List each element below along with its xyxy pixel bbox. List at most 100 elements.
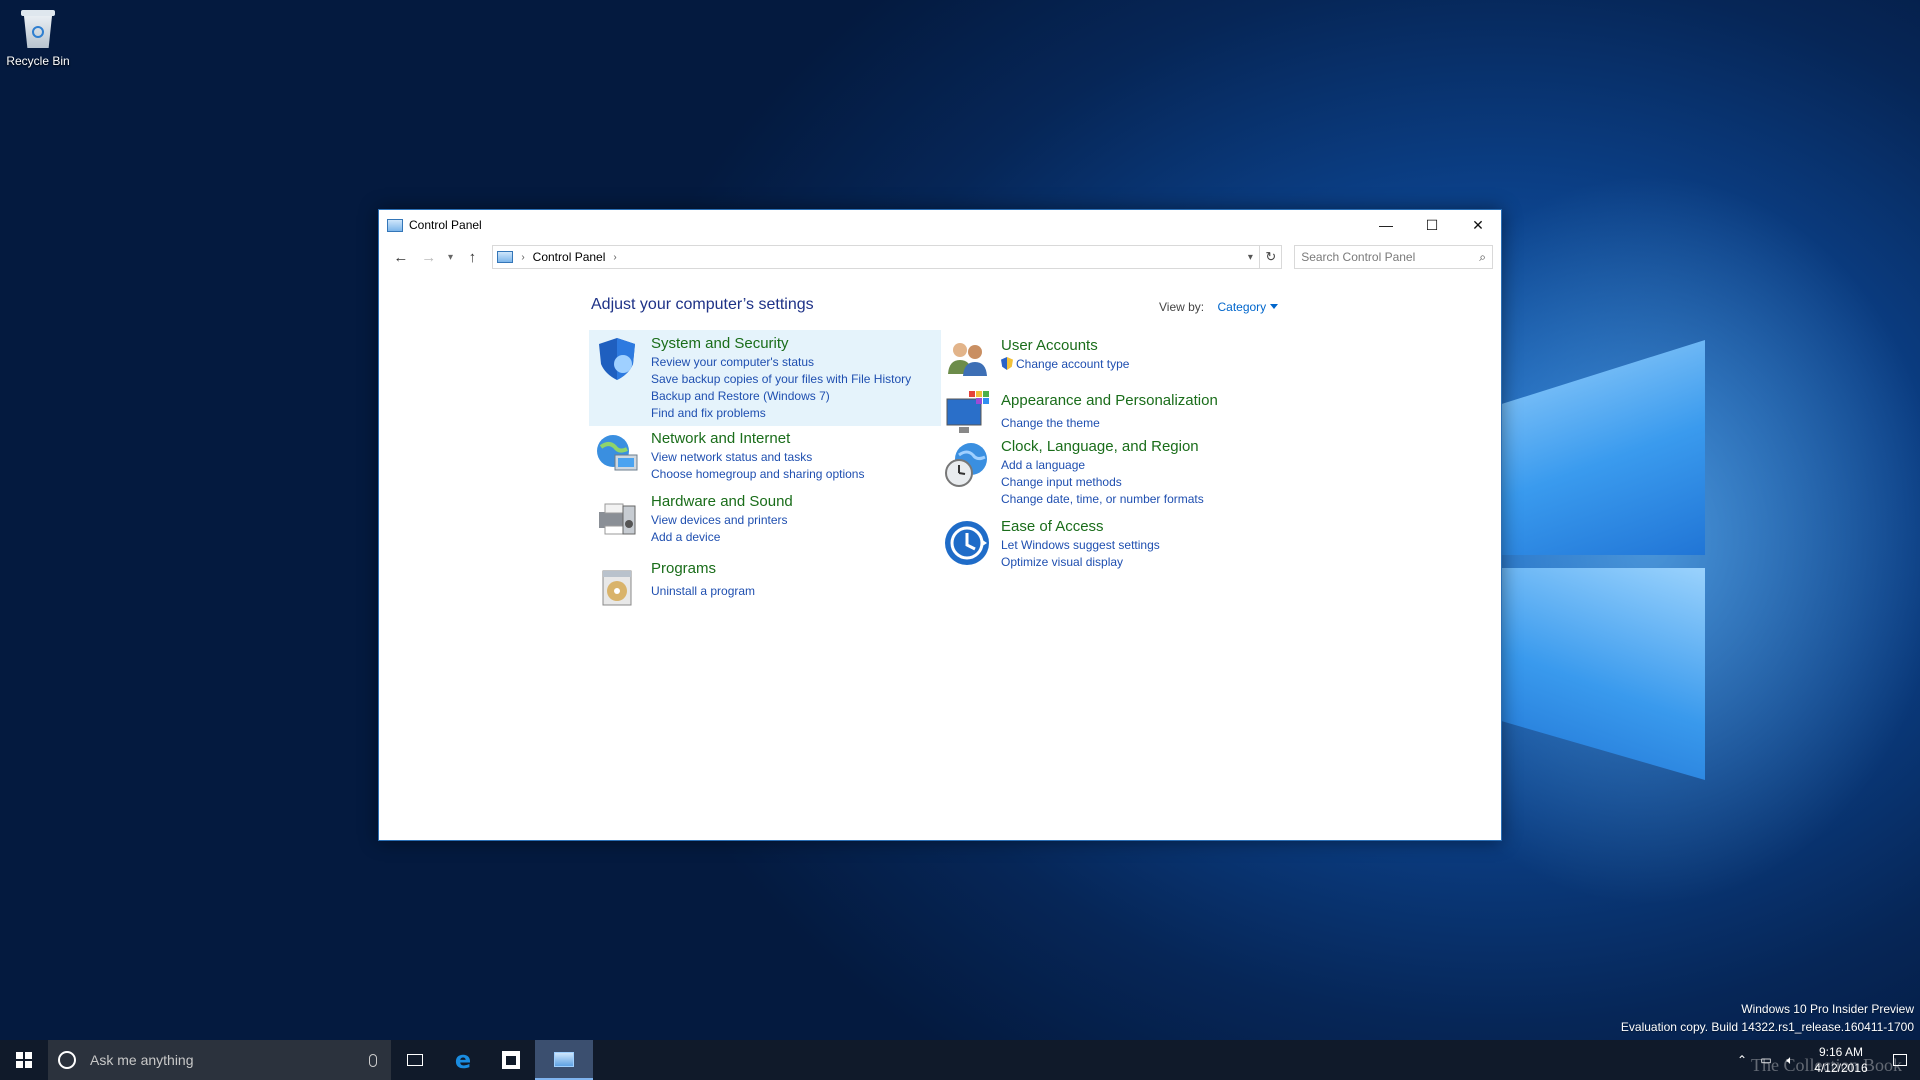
windows-logo-icon: [16, 1052, 32, 1068]
shield-icon: [599, 338, 635, 380]
monitor-palette-icon: [946, 391, 989, 433]
window-title: Control Panel: [409, 218, 482, 232]
minimize-button[interactable]: —: [1363, 210, 1409, 240]
link[interactable]: View devices and printers: [651, 512, 793, 529]
link[interactable]: Uninstall a program: [651, 583, 755, 600]
title-bar[interactable]: Control Panel — ☐ ✕: [379, 210, 1501, 240]
category-title[interactable]: Appearance and Personalization: [1001, 391, 1218, 411]
category-hardware-sound[interactable]: Hardware and Sound View devices and prin…: [589, 492, 941, 548]
category-programs[interactable]: Programs Uninstall a program: [589, 559, 941, 609]
cortana-search-box[interactable]: Ask me anything: [48, 1040, 391, 1080]
category-title[interactable]: Clock, Language, and Region: [1001, 437, 1204, 457]
forward-button[interactable]: →: [415, 245, 443, 269]
category-title[interactable]: Ease of Access: [1001, 517, 1160, 537]
taskbar-control-panel[interactable]: [535, 1040, 593, 1080]
link[interactable]: Review your computer's status: [651, 354, 911, 371]
category-network-internet[interactable]: Network and Internet View network status…: [589, 429, 941, 485]
category-title[interactable]: Network and Internet: [651, 429, 864, 449]
address-bar[interactable]: › Control Panel › ▾: [492, 245, 1261, 269]
category-ease-of-access[interactable]: Ease of Access Let Windows suggest setti…: [939, 517, 1279, 569]
view-by-value[interactable]: Category: [1217, 300, 1266, 314]
control-panel-window: Control Panel — ☐ ✕ ← → ▾ ↑ › Control Pa…: [378, 209, 1502, 841]
chevron-down-icon: ▾: [448, 251, 454, 263]
back-arrow-icon: ←: [393, 248, 409, 266]
search-box[interactable]: ⌕: [1294, 245, 1493, 269]
refresh-icon: ↻: [1265, 249, 1277, 264]
ease-of-access-icon: [945, 521, 989, 565]
link[interactable]: Add a device: [651, 529, 793, 546]
link[interactable]: Change input methods: [1001, 474, 1204, 491]
control-panel-icon: [497, 251, 514, 263]
category-title[interactable]: Programs: [651, 559, 755, 579]
watermark-build: Evaluation copy. Build 14322.rs1_release…: [1620, 1020, 1914, 1034]
link[interactable]: Optimize visual display: [1001, 554, 1160, 571]
link-change-account-type[interactable]: Change account type: [1001, 356, 1129, 373]
category-title[interactable]: Hardware and Sound: [651, 492, 793, 512]
link[interactable]: View network status and tasks: [651, 449, 864, 466]
control-panel-icon: [387, 218, 403, 232]
recycle-bin-icon: [19, 8, 57, 50]
view-by-label: View by:: [1159, 300, 1205, 314]
main-content: Adjust your computer’s settings View by:…: [379, 274, 1501, 840]
cortana-placeholder: Ask me anything: [90, 1052, 194, 1068]
caret-down-icon: [1270, 304, 1279, 309]
address-toolbar: ← → ▾ ↑ › Control Panel › ▾ ↻ ⌕: [379, 240, 1501, 274]
task-view-icon: [407, 1054, 423, 1066]
globe-network-icon: [597, 435, 638, 471]
desktop-icon-recycle-bin[interactable]: Recycle Bin: [4, 8, 72, 68]
link[interactable]: Change date, time, or number formats: [1001, 491, 1204, 508]
store-icon: [502, 1051, 520, 1069]
clock-globe-icon: [945, 443, 987, 487]
link[interactable]: Change account type: [1016, 357, 1129, 371]
link[interactable]: Let Windows suggest settings: [1001, 537, 1160, 554]
link[interactable]: Add a language: [1001, 457, 1204, 474]
edge-icon: e: [454, 1046, 472, 1074]
store-button[interactable]: [487, 1040, 535, 1080]
back-button[interactable]: ←: [387, 245, 415, 269]
uac-shield-icon: [1001, 357, 1013, 370]
link[interactable]: Change the theme: [1001, 415, 1218, 432]
taskbar: Ask me anything e ⌃ ▭ 🔈︎ 9:16 AM 4/12/20…: [0, 1040, 1920, 1080]
link[interactable]: Backup and Restore (Windows 7): [651, 388, 911, 405]
maximize-button[interactable]: ☐: [1409, 210, 1455, 240]
address-dropdown-icon[interactable]: ▾: [1241, 252, 1259, 263]
microphone-icon[interactable]: [369, 1053, 377, 1067]
recent-locations-button[interactable]: ▾: [443, 245, 459, 269]
windows-logo-pane: [1500, 340, 1705, 555]
link[interactable]: Find and fix problems: [651, 405, 911, 422]
breadcrumb-separator-icon[interactable]: ›: [613, 252, 616, 263]
desktop-icon-label: Recycle Bin: [6, 54, 70, 68]
search-icon[interactable]: ⌕: [1479, 250, 1486, 265]
close-button[interactable]: ✕: [1455, 210, 1501, 240]
refresh-button[interactable]: ↻: [1260, 245, 1283, 269]
category-system-security[interactable]: System and Security Review your computer…: [589, 330, 941, 426]
view-by: View by: Category: [1159, 300, 1279, 314]
windows-logo-pane: [1500, 568, 1705, 780]
category-title[interactable]: System and Security: [651, 334, 911, 354]
page-heading: Adjust your computer’s settings: [591, 296, 814, 313]
category-clock-language-region[interactable]: Clock, Language, and Region Add a langua…: [939, 437, 1279, 506]
watermark-edition: Windows 10 Pro Insider Preview: [1741, 1002, 1914, 1016]
category-appearance-personalization[interactable]: Appearance and Personalization Change th…: [939, 387, 1279, 433]
link[interactable]: Save backup copies of your files with Fi…: [651, 371, 911, 388]
category-title[interactable]: User Accounts: [1001, 336, 1129, 356]
up-arrow-icon: ↑: [468, 248, 477, 266]
category-user-accounts[interactable]: User Accounts Change account type: [939, 332, 1279, 378]
edge-button[interactable]: e: [439, 1040, 487, 1080]
forward-arrow-icon: →: [421, 248, 437, 266]
view-by-dropdown[interactable]: Category: [1217, 300, 1279, 314]
printer-speaker-icon: [599, 503, 636, 535]
build-watermark: Windows 10 Pro Insider Preview Evaluatio…: [1621, 1000, 1914, 1036]
breadcrumb-separator-icon[interactable]: ›: [521, 252, 524, 263]
breadcrumb-control-panel[interactable]: Control Panel: [533, 250, 606, 264]
brand-watermark: The Collection Book: [1751, 1055, 1902, 1075]
programs-disc-icon: [602, 570, 632, 606]
search-input[interactable]: [1301, 250, 1472, 264]
task-view-button[interactable]: [391, 1040, 439, 1080]
start-button[interactable]: [0, 1040, 48, 1080]
link[interactable]: Choose homegroup and sharing options: [651, 466, 864, 483]
cortana-icon: [58, 1051, 76, 1069]
control-panel-icon: [554, 1051, 574, 1067]
up-button[interactable]: ↑: [459, 245, 487, 269]
users-icon: [948, 343, 987, 376]
